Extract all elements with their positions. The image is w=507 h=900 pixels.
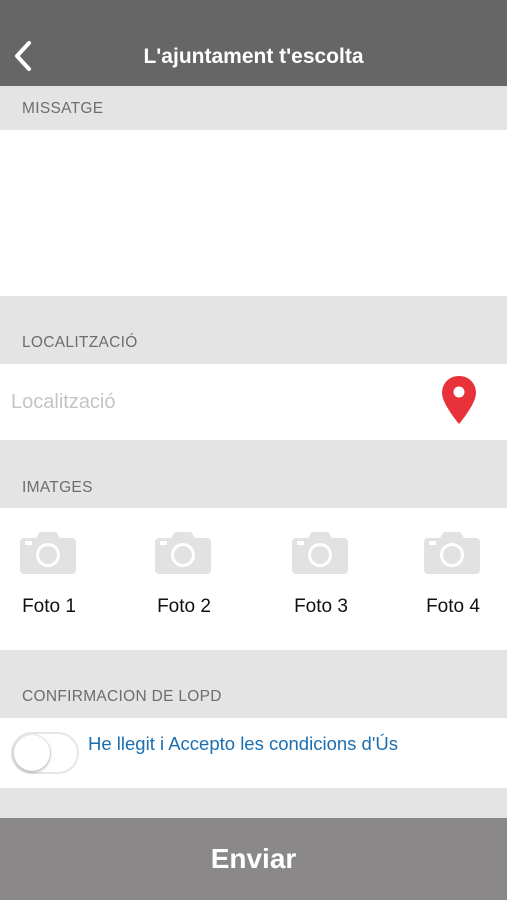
lopd-consent-link[interactable]: He llegit i Accepto les condicions d'Ús: [88, 732, 418, 756]
camera-icon: [20, 532, 76, 574]
toggle-knob[interactable]: [14, 735, 50, 771]
navigation-bar: L'ajuntament t'escolta: [0, 0, 507, 86]
photo-slot-2[interactable]: Foto 2: [139, 520, 229, 630]
message-textarea[interactable]: [0, 130, 507, 296]
message-section-label: MISSATGE: [22, 100, 104, 117]
lopd-consent-toggle[interactable]: [11, 732, 79, 774]
send-button[interactable]: Enviar: [0, 818, 507, 900]
map-pin-icon: [442, 376, 476, 424]
camera-icon: [424, 532, 480, 574]
photo-label: Foto 2: [157, 596, 211, 617]
photo-slot-1[interactable]: Foto 1: [4, 520, 94, 630]
location-pin-button[interactable]: [436, 372, 482, 428]
photo-label: Foto 3: [294, 596, 348, 617]
photo-slot-4[interactable]: Foto 4: [408, 520, 498, 630]
images-section-label: IMATGES: [22, 479, 93, 496]
photo-label: Foto 1: [22, 596, 76, 617]
camera-icon: [292, 532, 348, 574]
photo-slot-3[interactable]: Foto 3: [276, 520, 366, 630]
camera-icon: [155, 532, 211, 574]
photo-label: Foto 4: [426, 596, 480, 617]
location-section-label: LOCALITZACIÓ: [22, 334, 138, 351]
location-input[interactable]: [0, 364, 430, 440]
page-title: L'ajuntament t'escolta: [143, 45, 364, 68]
lopd-section-label: CONFIRMACION DE LOPD: [22, 688, 222, 705]
